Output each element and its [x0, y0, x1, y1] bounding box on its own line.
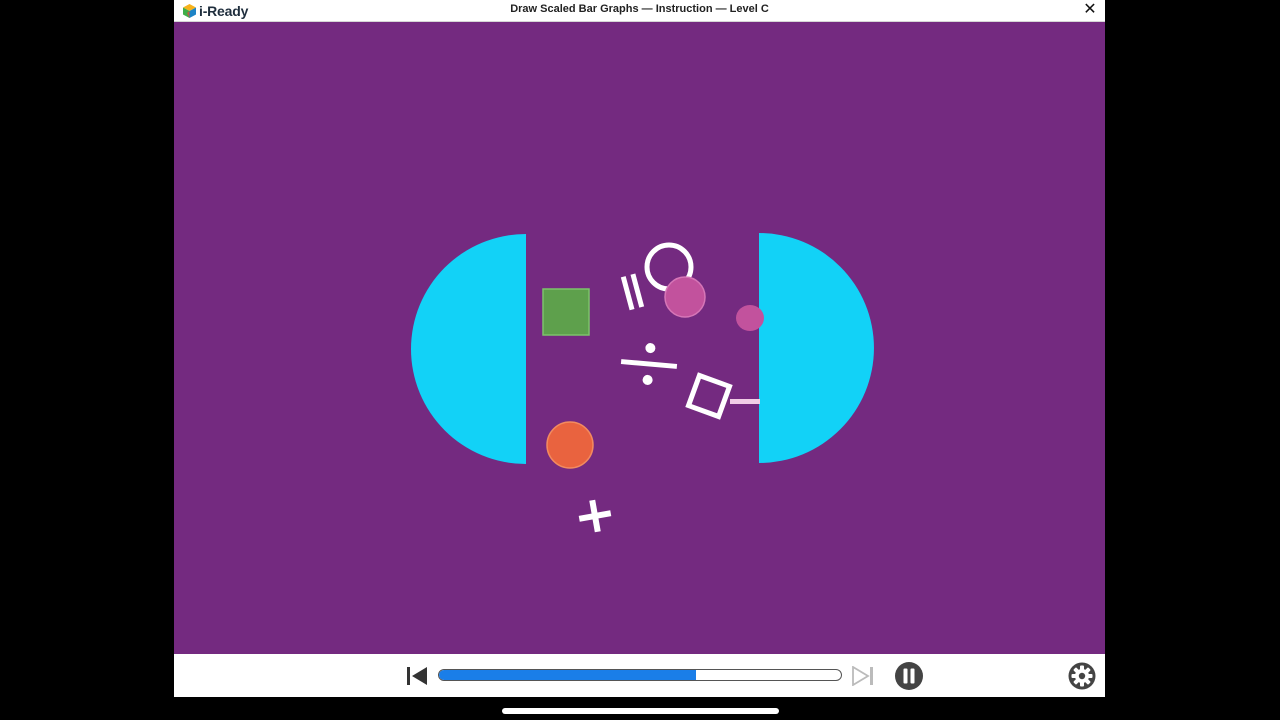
lesson-window: i-Ready Draw Scaled Bar Graphs — Instruc… — [174, 0, 1105, 697]
lesson-progress-bar[interactable] — [438, 669, 842, 681]
home-indicator — [502, 708, 779, 714]
equals-symbol — [620, 273, 645, 311]
divide-symbol — [620, 343, 678, 385]
animation-canvas — [411, 233, 874, 533]
skip-forward-icon — [852, 665, 873, 687]
gear-icon — [1068, 662, 1096, 690]
settings-button[interactable] — [1068, 662, 1096, 690]
lesson-title: Draw Scaled Bar Graphs — Instruction — L… — [510, 3, 769, 15]
plus-symbol — [578, 499, 612, 533]
hollow-square-symbol — [685, 372, 733, 420]
progress-bar-fill — [439, 670, 697, 680]
skip-forward-button[interactable] — [850, 665, 876, 687]
pause-button[interactable] — [894, 661, 924, 691]
close-button[interactable]: ✕ — [1081, 1, 1099, 19]
orange-circle — [546, 421, 594, 469]
minus-symbol — [730, 399, 760, 404]
green-square — [542, 288, 590, 336]
left-half-circle — [411, 234, 526, 464]
title-bar: i-Ready Draw Scaled Bar Graphs — Instruc… — [174, 0, 1105, 22]
pause-icon — [895, 662, 923, 690]
pink-circle-partial — [736, 305, 764, 331]
lesson-stage[interactable] — [174, 22, 1105, 654]
rewind-button[interactable] — [404, 666, 430, 686]
pink-circle — [664, 276, 706, 318]
skip-back-icon — [407, 667, 427, 685]
right-half-circle — [759, 233, 874, 463]
